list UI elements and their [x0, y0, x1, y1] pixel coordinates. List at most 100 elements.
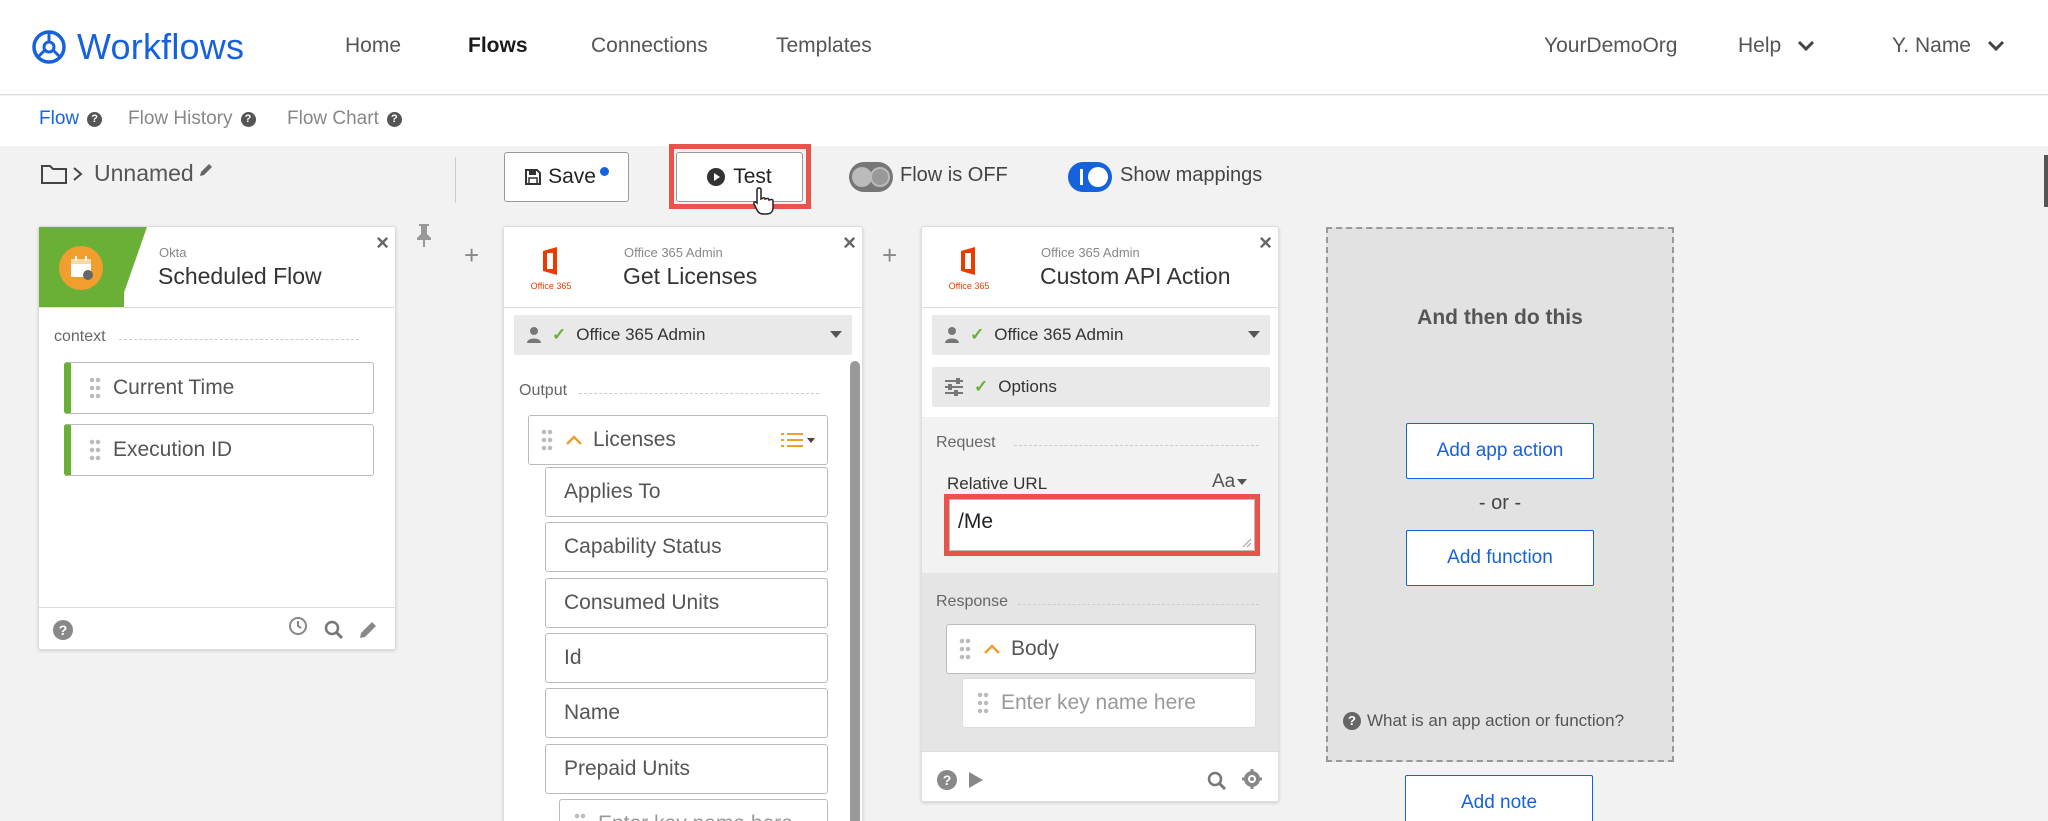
show-mappings-label: Show mappings [1120, 164, 1263, 186]
logo[interactable]: Workflows [31, 26, 244, 68]
field-execution-id[interactable]: Execution ID [64, 424, 374, 476]
flow-name[interactable]: Unnamed [40, 160, 214, 187]
show-mappings-toggle[interactable] [1068, 162, 1112, 192]
save-button[interactable]: Save [504, 152, 629, 202]
app-title: Workflows [77, 26, 245, 67]
card-app-name: Office 365 Admin [624, 245, 723, 260]
chevron-down-icon [1987, 40, 2005, 52]
tab-flow-history-label: Flow History [128, 108, 233, 129]
toggle-knob [852, 167, 872, 187]
close-icon[interactable]: × [843, 230, 856, 256]
add-note-button[interactable]: Add note [1405, 775, 1593, 821]
chevron-up-icon[interactable] [983, 643, 1001, 655]
test-button[interactable]: Test [676, 152, 803, 202]
chevron-up-icon[interactable] [565, 434, 583, 446]
pencil-icon[interactable] [198, 162, 214, 178]
sub-tabs: Flow? Flow History? Flow Chart? [0, 96, 2048, 146]
calendar-icon [59, 246, 103, 290]
nav-connections[interactable]: Connections [591, 34, 708, 58]
tab-flow-history[interactable]: Flow History? [128, 108, 256, 130]
search-icon[interactable] [323, 619, 345, 641]
help-icon: ? [1343, 712, 1361, 730]
connection-select[interactable]: ✓ Office 365 Admin [932, 315, 1270, 355]
nav-help[interactable]: Help [1738, 34, 1815, 58]
office365-icon: Office 365 [949, 247, 990, 291]
scrollbar-edge[interactable] [2044, 155, 2048, 207]
help-icon[interactable]: ? [53, 620, 73, 640]
new-key-input[interactable]: Enter key name here [559, 799, 828, 821]
help-link[interactable]: ? What is an app action or function? [1343, 711, 1624, 731]
play-icon[interactable] [967, 770, 985, 790]
org-name: YourDemoOrg [1544, 34, 1678, 57]
section-label: Output [519, 382, 568, 399]
field-current-time[interactable]: Current Time [64, 362, 374, 414]
field-name[interactable]: Name [545, 688, 828, 738]
drag-handle-icon[interactable] [89, 438, 101, 462]
text-type-select[interactable]: Aa [1212, 471, 1248, 493]
add-app-action-label: Add app action [1436, 440, 1564, 461]
list-type-icon[interactable] [781, 432, 817, 450]
connection-select[interactable]: ✓ Office 365 Admin [514, 315, 852, 355]
card-get-licenses[interactable]: Office 365 Office 365 Admin Get Licenses… [503, 226, 863, 821]
check-icon: ✓ [974, 377, 989, 396]
search-icon[interactable] [1206, 770, 1228, 792]
card-scheduled-flow[interactable]: Okta Scheduled Flow × context Current Ti… [38, 226, 396, 650]
field-label: Id [564, 646, 582, 669]
gear-icon[interactable] [1241, 768, 1263, 790]
field-capability-status[interactable]: Capability Status [545, 522, 828, 572]
drag-handle-icon[interactable] [977, 691, 989, 715]
flow-status-toggle[interactable] [849, 162, 893, 192]
placeholder-text: Enter key name here [1001, 691, 1196, 714]
drag-handle-icon[interactable] [89, 376, 101, 400]
toggle-on-mark [1080, 169, 1083, 185]
licenses-list-field[interactable]: Licenses [528, 415, 828, 465]
add-note-label: Add note [1460, 792, 1538, 813]
add-app-action-button[interactable]: Add app action [1406, 423, 1594, 479]
field-applies-to[interactable]: Applies To [545, 467, 828, 517]
card-app-name: Okta [159, 245, 187, 260]
pencil-icon[interactable] [357, 619, 379, 641]
check-icon: ✓ [552, 325, 567, 344]
card-divider [39, 307, 395, 308]
close-icon[interactable]: × [1259, 230, 1272, 256]
card-custom-api-action[interactable]: Office 365 Office 365 Admin Custom API A… [921, 226, 1279, 802]
options-row[interactable]: ✓ Options [932, 367, 1270, 407]
help-icon[interactable]: ? [87, 111, 103, 127]
add-step-icon[interactable]: + [882, 240, 897, 271]
help-icon[interactable]: ? [386, 111, 402, 127]
tab-flow[interactable]: Flow? [39, 108, 103, 130]
close-icon[interactable]: × [376, 230, 389, 256]
toolbar-divider [455, 157, 456, 203]
drag-handle-icon[interactable] [959, 637, 971, 661]
user-icon [945, 327, 959, 343]
new-key-input[interactable]: Enter key name here [962, 678, 1256, 728]
add-step-icon[interactable]: + [464, 240, 479, 271]
nav-flows[interactable]: Flows [468, 34, 528, 58]
drag-handle-icon[interactable] [574, 812, 586, 821]
field-id[interactable]: Id [545, 633, 828, 683]
help-icon[interactable]: ? [240, 111, 256, 127]
nav-templates[interactable]: Templates [776, 34, 872, 58]
svg-text:Office 365: Office 365 [531, 281, 572, 291]
history-clock-icon[interactable] [287, 615, 309, 637]
relative-url-input[interactable]: /Me [949, 499, 1255, 551]
tab-flow-chart-label: Flow Chart [287, 108, 379, 129]
section-divider [119, 339, 359, 340]
resize-handle-icon[interactable] [1242, 538, 1252, 548]
pin-icon[interactable] [414, 222, 434, 248]
tab-flow-chart[interactable]: Flow Chart? [287, 108, 402, 130]
add-function-button[interactable]: Add function [1406, 530, 1594, 586]
nav-org[interactable]: YourDemoOrg [1544, 34, 1677, 58]
toggle-knob [870, 167, 890, 187]
field-prepaid-units[interactable]: Prepaid Units [545, 744, 828, 794]
drag-handle-icon[interactable] [541, 428, 553, 452]
nav-home[interactable]: Home [345, 34, 401, 58]
field-consumed-units[interactable]: Consumed Units [545, 578, 828, 628]
save-label: Save [548, 165, 596, 188]
help-icon[interactable]: ? [937, 770, 957, 790]
body-field[interactable]: Body [946, 624, 1256, 674]
svg-text:Office 365: Office 365 [949, 281, 990, 291]
scrollbar[interactable] [850, 361, 860, 821]
nav-user[interactable]: Y. Name [1892, 34, 2005, 58]
or-separator: - or - [1478, 492, 1522, 514]
